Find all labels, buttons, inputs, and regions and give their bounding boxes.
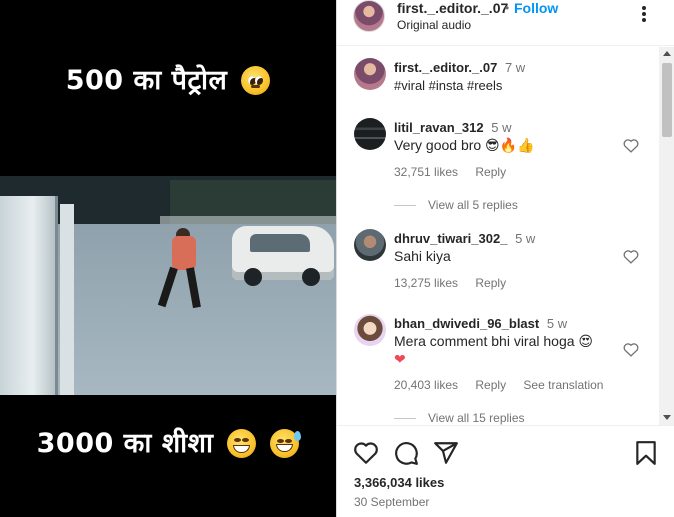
original-audio-link[interactable]: Original audio	[397, 18, 471, 32]
post-details-panel: first._.editor._.07 • Follow Original au…	[336, 0, 674, 517]
cctv-footage	[0, 176, 336, 395]
comment-username[interactable]: litil_ravan_312	[394, 120, 484, 135]
heart-icon[interactable]	[623, 342, 639, 357]
comment-username[interactable]: dhruv_tiwari_302_	[394, 231, 507, 246]
caption-hashtags[interactable]: #viral #insta #reels	[394, 78, 502, 93]
person	[172, 236, 196, 270]
reply-button[interactable]: Reply	[475, 276, 506, 290]
post-actions: 3,366,034 likes 30 September	[337, 425, 674, 517]
bookmark-icon[interactable]	[633, 440, 659, 466]
post-header: first._.editor._.07 • Follow Original au…	[337, 0, 674, 46]
caption-top-text: 500 का पैट्रोल	[65, 65, 228, 96]
heart-icon[interactable]	[623, 249, 639, 264]
comment-time: 5 w	[491, 120, 512, 135]
sweat-smile-emoji	[270, 429, 302, 458]
scroll-down-arrow[interactable]	[663, 415, 671, 420]
view-replies-label: View all 5 replies	[428, 198, 518, 212]
grimacing-face-emoji	[227, 429, 257, 458]
commenter-avatar[interactable]	[354, 229, 386, 261]
separator-dot: •	[505, 1, 510, 15]
follow-button[interactable]: Follow	[514, 0, 558, 16]
instagram-post-modal: 500 का पैट्रोल 3000 का शीशा first._.edit…	[0, 0, 674, 517]
comment-likes[interactable]: 20,403 likes	[394, 378, 458, 392]
red-heart-emoji: ❤	[394, 351, 406, 367]
view-replies-button[interactable]: View all 15 replies	[394, 411, 525, 425]
comments-list: first._.editor._.07 7 w #viral #insta #r…	[337, 47, 659, 425]
comment-text: Very good bro 😎🔥👍	[394, 137, 535, 153]
comment-likes[interactable]: 13,275 likes	[394, 276, 458, 290]
caption-author-avatar[interactable]	[354, 58, 386, 90]
reply-button[interactable]: Reply	[475, 378, 506, 392]
pleading-face-emoji	[241, 66, 271, 95]
comment-text: Sahi kiya	[394, 248, 451, 264]
scrollbar-thumb[interactable]	[662, 63, 672, 137]
comment-username[interactable]: bhan_dwivedi_96_blast	[394, 316, 539, 331]
comment-time: 5 w	[546, 316, 568, 331]
caption-username[interactable]: first._.editor._.07	[394, 60, 497, 75]
heart-icon[interactable]	[623, 138, 639, 153]
author-username[interactable]: first._.editor._.07	[397, 0, 508, 16]
reply-button[interactable]: Reply	[475, 165, 506, 179]
video-caption-top: 500 का पैट्रोल	[0, 60, 336, 97]
heart-icon[interactable]	[353, 440, 379, 466]
reel-video[interactable]: 500 का पैट्रोल 3000 का शीशा	[0, 0, 336, 517]
comment-text: Mera comment bhi viral hoga 😍	[394, 333, 594, 349]
commenter-avatar[interactable]	[354, 314, 386, 346]
caption-bottom-text: 3000 का शीशा	[36, 428, 214, 459]
author-avatar[interactable]	[353, 0, 385, 32]
commenter-avatar[interactable]	[354, 118, 386, 150]
comments-scrollbar[interactable]	[659, 47, 674, 425]
more-options-icon[interactable]	[637, 6, 651, 22]
share-icon[interactable]	[433, 440, 459, 466]
comment-icon[interactable]	[393, 440, 419, 466]
post-likes-count[interactable]: 3,366,034 likes	[354, 475, 444, 490]
see-translation-button[interactable]: See translation	[523, 378, 603, 392]
scroll-up-arrow[interactable]	[663, 51, 671, 56]
comment-likes[interactable]: 32,751 likes	[394, 165, 458, 179]
post-date: 30 September	[354, 495, 430, 509]
video-caption-bottom: 3000 का शीशा	[0, 423, 336, 460]
comment-time: 5 w	[515, 231, 536, 246]
fuel-pump	[0, 196, 58, 395]
view-replies-button[interactable]: View all 5 replies	[394, 198, 518, 212]
white-car	[232, 226, 334, 286]
caption-time: 7 w	[504, 60, 526, 75]
view-replies-label: View all 15 replies	[428, 411, 525, 425]
